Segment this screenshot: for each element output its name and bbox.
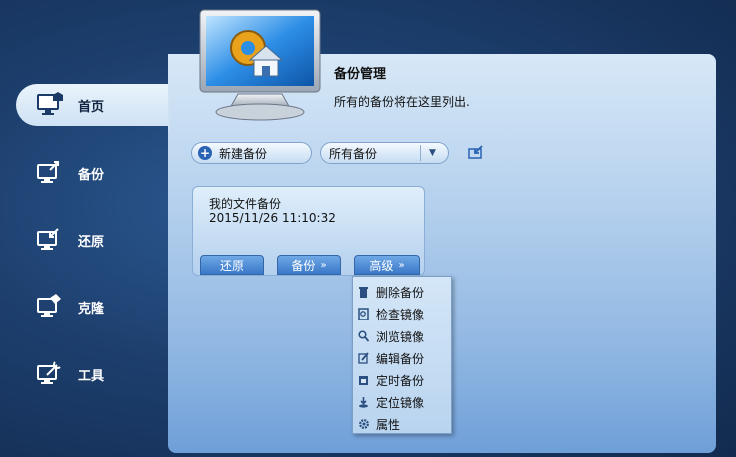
menu-item-label: 浏览镜像 [376,329,425,344]
trash-icon [357,286,370,299]
restore-button[interactable]: 还原 [200,255,264,275]
page-title: 备份管理 [334,67,387,82]
menu-item-properties[interactable]: 属性 [353,413,451,435]
page-subtitle: 所有的备份将在这里列出. [334,95,470,109]
gear-icon [357,418,370,431]
sidebar-item-label: 工具 [78,368,105,384]
sidebar-item-backup[interactable]: 备份 [16,152,170,194]
backup-button[interactable]: 备份 » [277,255,341,275]
backup-date: 2015/11/26 11:10:32 [209,211,336,225]
new-backup-button[interactable]: + 新建备份 [191,142,312,164]
menu-item-label: 编辑备份 [376,351,425,366]
sidebar-item-restore[interactable]: 还原 [16,219,170,261]
menu-item-label: 定时备份 [376,373,425,388]
new-backup-label: 新建备份 [219,146,268,161]
edit-icon [357,352,370,365]
sidebar-item-label: 备份 [78,167,105,183]
schedule-icon [357,374,370,387]
home-monitor-icon [36,91,64,119]
sidebar-item-label: 还原 [78,234,105,250]
import-backup-icon[interactable] [468,145,484,159]
menu-item-edit-backup[interactable]: 编辑备份 [353,347,451,369]
menu-item-delete-backup[interactable]: 删除备份 [353,281,451,303]
backup-label: 备份 [291,258,316,273]
menu-item-browse-image[interactable]: 浏览镜像 [353,325,451,347]
backup-monitor-icon [36,159,64,187]
plus-icon: + [198,146,212,160]
chevron-down-icon: ▼ [420,145,444,161]
sidebar-item-clone[interactable]: 克隆 [16,286,170,328]
sidebar-item-home[interactable]: 首页 [16,84,172,126]
backup-filter-value: 所有备份 [329,146,378,161]
advanced-label: 高级 [369,258,394,273]
locate-icon [357,396,370,409]
menu-item-label: 属性 [376,417,401,432]
restore-label: 还原 [219,258,244,273]
menu-item-label: 定位镜像 [376,395,425,410]
browse-image-icon [357,330,370,343]
advanced-button[interactable]: 高级 » [354,255,420,275]
double-chevron-down-icon: » [320,259,327,271]
sidebar: 首页 备份 还原 克隆 工具 [0,0,172,457]
clone-monitor-icon [36,293,64,321]
menu-item-locate-image[interactable]: 定位镜像 [353,391,451,413]
double-chevron-down-icon: » [398,259,405,271]
restore-monitor-icon [36,226,64,254]
menu-item-check-image[interactable]: 检查镜像 [353,303,451,325]
backup-card[interactable]: 我的文件备份 2015/11/26 11:10:32 还原 备份 » 高级 » [192,186,425,276]
sidebar-item-label: 首页 [78,99,105,115]
backup-filter-select[interactable]: 所有备份 ▼ [320,142,449,164]
tools-monitor-icon [36,360,64,388]
sidebar-item-tools[interactable]: 工具 [16,353,170,395]
panel-tab-connector [168,86,170,132]
sidebar-item-label: 克隆 [78,301,105,317]
menu-item-label: 检查镜像 [376,307,425,322]
advanced-menu: 删除备份 检查镜像 浏览镜像 编辑备份 定时备份 定位镜像 属性 [352,276,452,434]
menu-item-label: 删除备份 [376,285,425,300]
backup-monitor-illustration [198,8,322,122]
menu-item-schedule-backup[interactable]: 定时备份 [353,369,451,391]
check-image-icon [357,308,370,321]
backup-name: 我的文件备份 [209,197,282,211]
